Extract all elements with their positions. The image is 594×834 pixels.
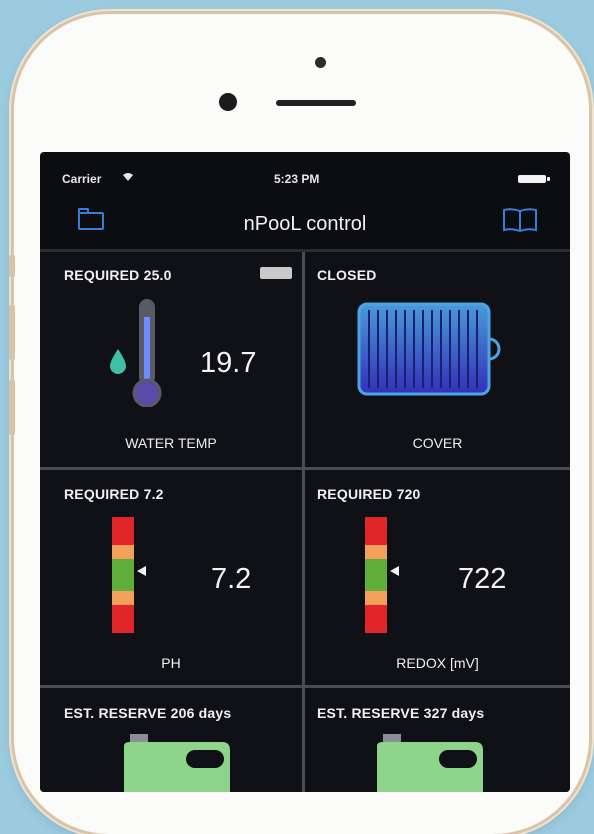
battery-icon xyxy=(518,175,550,183)
ph-level-pointer xyxy=(137,566,146,576)
front-camera xyxy=(219,93,237,111)
ph-value: 7.2 xyxy=(211,563,252,595)
reserve-tile-right[interactable]: EST. RESERVE 327 days xyxy=(305,688,570,792)
cover-tile[interactable]: CLOSED COVER xyxy=(305,252,570,467)
wifi-icon xyxy=(122,171,134,181)
water-temp-required: REQUIRED 25.0 xyxy=(64,267,172,283)
nav-divider xyxy=(40,249,570,252)
mute-switch xyxy=(9,255,15,277)
proximity-sensor xyxy=(315,57,326,68)
grid-divider-horizontal xyxy=(40,685,570,688)
reserve-left-label: EST. RESERVE 206 days xyxy=(64,705,232,721)
cover-caption: COVER xyxy=(412,435,463,451)
pool-cover-icon xyxy=(357,302,501,396)
redox-meter xyxy=(365,517,387,633)
volume-up-button xyxy=(9,305,15,360)
ph-required: REQUIRED 7.2 xyxy=(64,486,164,502)
redox-value: 722 xyxy=(458,563,507,595)
thermometer-icon xyxy=(110,299,162,407)
water-temp-caption: WATER TEMP xyxy=(125,435,217,451)
cover-status: CLOSED xyxy=(317,267,377,283)
status-bar: Carrier 5:23 PM xyxy=(40,152,570,186)
grid-divider-vertical xyxy=(302,252,305,792)
grid-divider-horizontal xyxy=(40,467,570,470)
water-temp-tile[interactable]: REQUIRED 25.0 19.7 WATER TEMP xyxy=(40,252,302,467)
reserve-right-label: EST. RESERVE 327 days xyxy=(317,705,485,721)
ph-tile[interactable]: REQUIRED 7.2 7.2 PH xyxy=(40,470,302,685)
nav-title: nPooL control xyxy=(243,213,367,235)
volume-down-button xyxy=(9,380,15,435)
ph-meter xyxy=(112,517,134,633)
status-time: 5:23 PM xyxy=(274,172,320,186)
reserve-tile-left[interactable]: EST. RESERVE 206 days xyxy=(40,688,302,792)
earpiece-speaker xyxy=(276,100,356,106)
heater-toggle[interactable] xyxy=(260,267,292,279)
folder-icon[interactable] xyxy=(78,208,104,230)
canister-icon xyxy=(377,734,483,792)
redox-caption: REDOX [mV] xyxy=(396,655,479,671)
ph-caption: PH xyxy=(161,655,181,671)
navigation-bar: nPooL control xyxy=(40,188,570,252)
canister-icon xyxy=(124,734,230,792)
redox-required: REQUIRED 720 xyxy=(317,486,421,502)
redox-level-pointer xyxy=(390,566,399,576)
book-icon[interactable] xyxy=(502,207,538,233)
app-screen: Carrier 5:23 PM nPooL control REQUIRED 2… xyxy=(40,152,570,792)
water-temp-value: 19.7 xyxy=(200,347,257,379)
redox-tile[interactable]: REQUIRED 720 722 REDOX [mV] xyxy=(305,470,570,685)
carrier-label: Carrier xyxy=(62,172,102,186)
